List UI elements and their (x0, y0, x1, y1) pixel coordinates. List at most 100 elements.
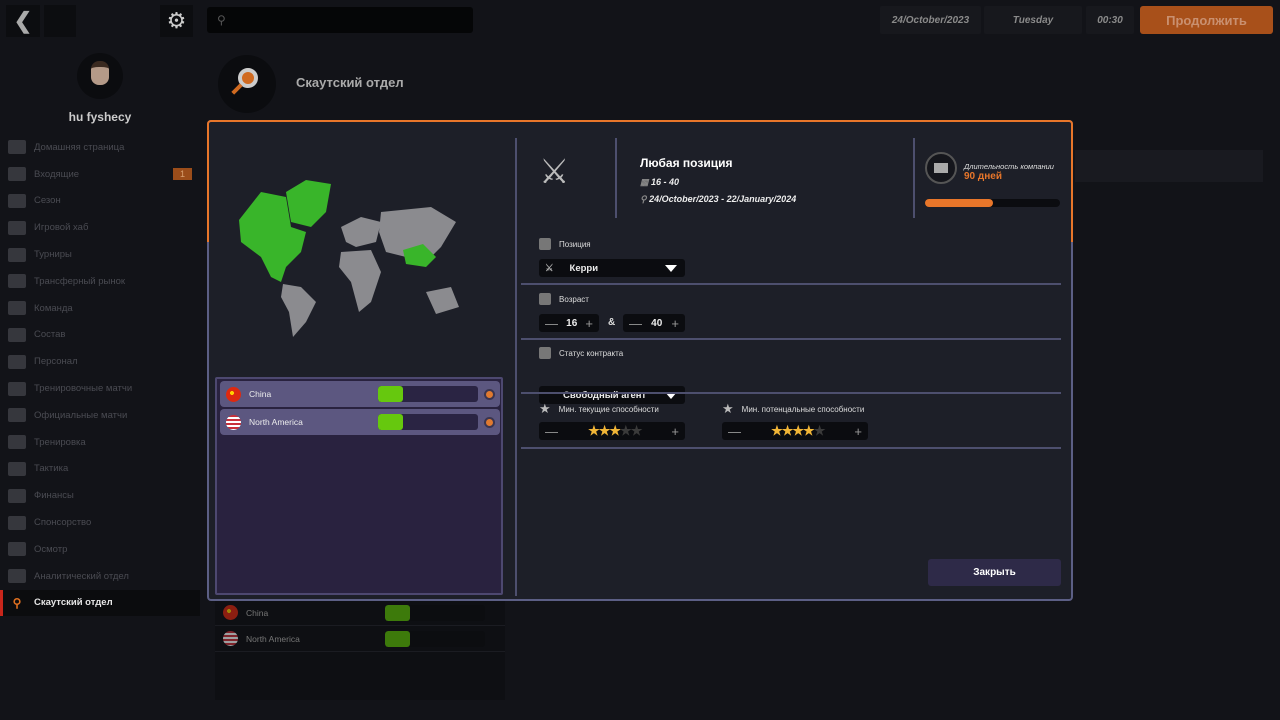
region-progress-bar (378, 414, 478, 430)
menu-icon (8, 167, 26, 181)
minus-icon[interactable]: — (545, 424, 558, 439)
menu-icon (8, 355, 26, 369)
plus-icon[interactable]: + (854, 424, 862, 439)
unread-badge: 1 (173, 168, 192, 180)
divider (521, 283, 1061, 285)
sidebar-item[interactable]: Аналитический отдел (0, 563, 200, 590)
sidebar-item[interactable]: Персонал (0, 348, 200, 375)
sidebar-item[interactable]: ⚲Скаутский отдел (0, 590, 200, 617)
map-south-america (281, 284, 316, 337)
minus-icon[interactable]: — (728, 424, 741, 439)
calendar-icon (925, 152, 957, 184)
remove-region-button[interactable] (484, 389, 495, 400)
sword-icon: ⚔ (545, 263, 554, 274)
sidebar-item-label: Финансы (34, 490, 74, 501)
minus-icon[interactable]: — (545, 316, 558, 331)
age-separator: & (608, 317, 615, 328)
potential-ability-stepper[interactable]: —★★★★★+ (722, 422, 868, 440)
sidebar-item[interactable]: Тренировка (0, 429, 200, 456)
age-max-stepper[interactable]: —40+ (623, 314, 685, 332)
menu-icon (8, 516, 26, 530)
divider (521, 338, 1061, 340)
sidebar-item[interactable]: Тренировочные матчи (0, 375, 200, 402)
sidebar-item[interactable]: Команда (0, 295, 200, 322)
sidebar-item-label: Спонсорство (34, 517, 91, 528)
list-item[interactable]: North America (215, 626, 505, 652)
menu-icon (8, 140, 26, 154)
position-label: Позиция (539, 238, 591, 250)
age-label-text: Возраст (559, 295, 589, 304)
sidebar-item[interactable]: Спонсорство (0, 509, 200, 536)
sidebar-item[interactable]: Домашняя страница (0, 134, 200, 161)
sidebar-item-label: Тренировочные матчи (34, 383, 132, 394)
summary-age: ▦ 16 - 40 (640, 177, 679, 188)
sidebar-item[interactable]: Финансы (0, 482, 200, 509)
document-icon (539, 347, 551, 359)
cn-flag-icon (226, 387, 241, 402)
list-item[interactable]: China (215, 600, 505, 626)
minus-icon[interactable]: — (629, 316, 642, 331)
sidebar-item[interactable]: Официальные матчи (0, 402, 200, 429)
us-flag-icon (226, 415, 241, 430)
menu-icon (8, 435, 26, 449)
remove-region-button[interactable] (484, 417, 495, 428)
star-rating: ★★★★★ (588, 423, 641, 439)
menu-icon (8, 221, 26, 235)
age-label: Возраст (539, 293, 589, 305)
sidebar-item-label: Персонал (34, 356, 78, 367)
date-display: 24/October/2023 (880, 6, 981, 34)
back-button[interactable]: ❮ (6, 5, 40, 37)
region-row[interactable]: China (220, 381, 500, 407)
menu-icon (8, 569, 26, 583)
sidebar-item-label: Домашняя страница (34, 142, 124, 153)
current-ability-label-text: Мин. текущие способности (559, 405, 659, 414)
map-africa (339, 250, 381, 312)
divider (521, 392, 1061, 394)
settings-button[interactable]: ⚙ (160, 5, 193, 37)
profile-name: hu fyshecy (0, 110, 200, 124)
sidebar-item[interactable]: Осмотр (0, 536, 200, 563)
avatar[interactable] (77, 53, 123, 99)
sidebar-item-label: Входящие (34, 169, 79, 180)
search-icon: ⚲ (217, 13, 226, 27)
world-map[interactable] (231, 172, 481, 342)
sidebar-item[interactable]: Состав (0, 322, 200, 349)
region-name: North America (246, 634, 300, 644)
close-button[interactable]: Закрыть (928, 559, 1061, 586)
menu-icon (8, 382, 26, 396)
region-name: China (249, 389, 271, 399)
sidebar-item-label: Турниры (34, 249, 72, 260)
calendar-icon (539, 293, 551, 305)
plus-icon[interactable]: + (671, 316, 679, 331)
time-display: 00:30 (1086, 6, 1134, 34)
crossed-swords-icon: ⚔ (539, 152, 569, 192)
background-region-list: China North America (215, 600, 505, 700)
usa-flag-icon (223, 631, 238, 646)
sidebar-item[interactable]: Входящие 1 (0, 161, 200, 188)
region-progress-bar (378, 386, 478, 402)
region-list: China North America (215, 377, 503, 595)
sidebar-item[interactable]: Турниры (0, 241, 200, 268)
position-icon (539, 238, 551, 250)
plus-icon[interactable]: + (585, 316, 593, 331)
continue-button[interactable]: Продолжить (1140, 6, 1273, 34)
divider (521, 447, 1061, 449)
map-greenland (286, 180, 331, 227)
plus-icon[interactable]: + (671, 424, 679, 439)
blank-button[interactable] (44, 5, 76, 37)
map-europe (341, 217, 381, 247)
sidebar-item[interactable]: Игровой хаб (0, 214, 200, 241)
position-dropdown[interactable]: ⚔Керри (539, 259, 685, 277)
sidebar-item[interactable]: Тактика (0, 456, 200, 483)
current-ability-stepper[interactable]: — ★★★★★ + (539, 422, 685, 440)
age-min-stepper[interactable]: —16+ (539, 314, 599, 332)
sidebar: Домашняя страница Входящие 1 СезонИгровой х… (0, 134, 200, 616)
menu-icon (8, 408, 26, 422)
sidebar-item[interactable]: Трансферный рынок (0, 268, 200, 295)
sidebar-item[interactable]: Сезон (0, 188, 200, 215)
sidebar-item-label: Скаутский отдел (34, 597, 113, 608)
region-row[interactable]: North America (220, 409, 500, 435)
search-icon: ⚲ (640, 194, 647, 204)
duration-slider[interactable] (925, 199, 1060, 207)
search-input[interactable]: ⚲ (207, 7, 473, 33)
